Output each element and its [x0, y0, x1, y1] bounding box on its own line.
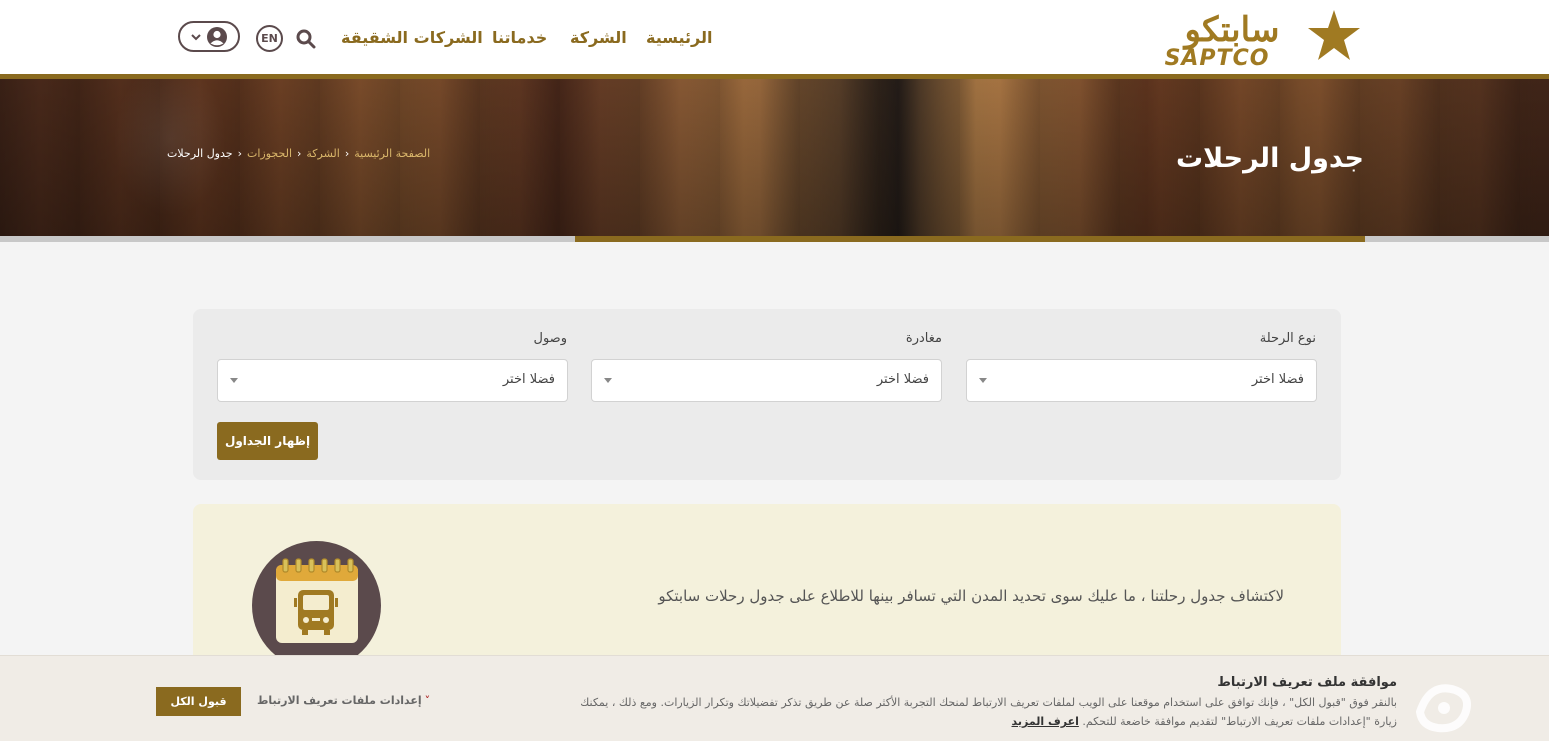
cookie-text-line2: زيارة "إعدادات ملفات تعريف الارتباط" لتق…: [1012, 715, 1397, 728]
show-schedules-button[interactable]: إظهار الجداول: [217, 422, 318, 460]
search-icon[interactable]: [295, 28, 317, 50]
arrival-value: فضلا اختر: [502, 372, 555, 387]
user-menu-button[interactable]: [178, 21, 240, 52]
breadcrumb-home[interactable]: الصفحة الرئيسية: [354, 147, 430, 160]
chevron-down-icon: [191, 33, 201, 40]
trip-type-value: فضلا اختر: [1251, 372, 1304, 387]
breadcrumb-current: جدول الرحلات: [167, 147, 233, 160]
chevron-left-icon: ‹: [344, 147, 350, 160]
accept-all-button[interactable]: قبول الكل: [156, 687, 241, 716]
departure-label: مغادرة: [905, 331, 942, 346]
cookie-settings-button[interactable]: إعدادات ملفات تعريف الارتباط ˅: [257, 694, 430, 707]
banner-bottom-accent: [575, 236, 1365, 242]
caret-down-icon: [230, 378, 238, 383]
watermark-icon: [1415, 684, 1471, 733]
breadcrumb-bookings[interactable]: الحجوزات: [247, 147, 292, 160]
svg-text:سابتكو: سابتكو: [1183, 10, 1280, 50]
calendar-bus-icon: [252, 541, 381, 670]
cookie-text-line2-text: زيارة "إعدادات ملفات تعريف الارتباط" لتق…: [1082, 715, 1397, 728]
departure-value: فضلا اختر: [876, 372, 929, 387]
nav-services[interactable]: خدماتنا: [492, 28, 547, 52]
info-text: لاكتشاف جدول رحلتنا ، ما عليك سوى تحديد …: [658, 587, 1284, 605]
banner-bottom-bar: [0, 236, 575, 242]
trip-type-label: نوع الرحلة: [1259, 331, 1316, 346]
saptco-logo[interactable]: سابتكو SAPTCO: [1112, 8, 1364, 68]
arrival-select[interactable]: فضلا اختر: [217, 359, 568, 402]
language-switch-button[interactable]: EN: [256, 25, 283, 52]
cookie-text-line1: بالنقر فوق "قبول الكل" ، فإنك توافق على …: [580, 696, 1397, 709]
nav-company[interactable]: الشركة: [570, 28, 627, 52]
chevron-left-icon: ‹: [297, 147, 302, 160]
chevron-down-icon: ˅: [424, 694, 431, 707]
banner-bottom-bar: [1365, 236, 1549, 242]
caret-down-icon: [979, 378, 987, 383]
arrival-label: وصول: [533, 331, 567, 346]
caret-down-icon: [604, 378, 612, 383]
user-icon: [207, 26, 227, 47]
nav-sister-companies[interactable]: الشركات الشقيقة: [341, 28, 483, 52]
breadcrumb-company[interactable]: الشركة: [306, 147, 339, 160]
page-title: جدول الرحلات: [1176, 143, 1364, 174]
breadcrumb: الصفحة الرئيسية ‹ الشركة ‹ الحجوزات ‹ جدول الر…: [167, 147, 430, 160]
departure-select[interactable]: فضلا اختر: [591, 359, 942, 402]
nav-home[interactable]: الرئيسية: [646, 28, 713, 52]
svg-text:SAPTCO: SAPTCO: [1165, 46, 1270, 68]
chevron-left-icon: ‹: [237, 147, 242, 160]
cookie-settings-label: إعدادات ملفات تعريف الارتباط: [257, 694, 422, 707]
learn-more-link[interactable]: اعرف المزيد: [1012, 715, 1079, 728]
trip-type-select[interactable]: فضلا اختر: [966, 359, 1317, 402]
site-header: سابتكو SAPTCO الرئيسية الشركة خدماتنا ال…: [0, 0, 1549, 74]
cookie-title: موافقة ملف تعريف الارتباط: [1217, 675, 1397, 690]
